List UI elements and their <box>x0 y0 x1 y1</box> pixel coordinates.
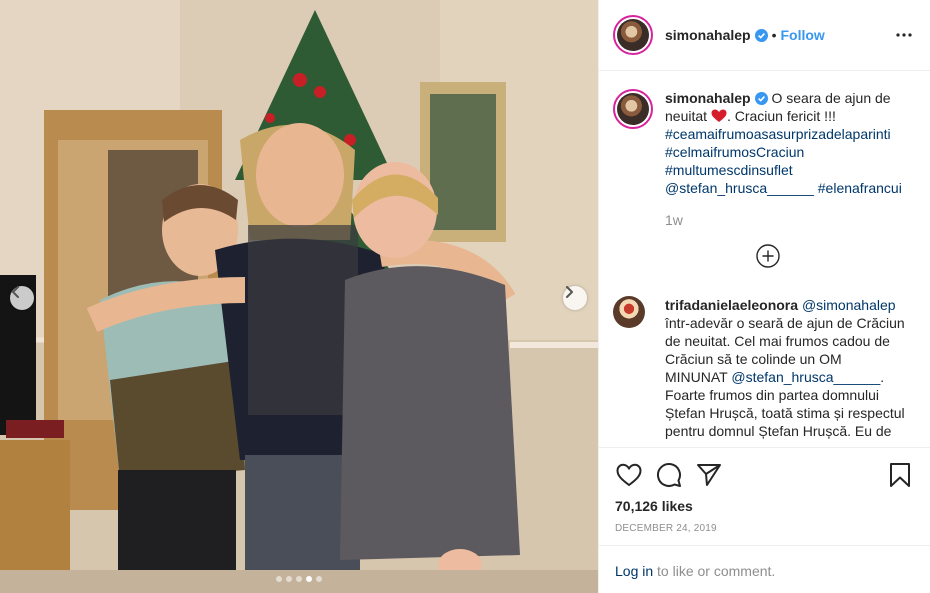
likes-count[interactable]: 70,126 likes <box>615 498 914 514</box>
comments-section[interactable]: simonahalep O seara de ajun de neuitat .… <box>599 71 930 447</box>
hashtag-link[interactable]: #multumescdinsuflet <box>665 162 793 178</box>
post-actions-area: 70,126 likes DECEMBER 24, 2019 <box>599 447 930 534</box>
avatar[interactable] <box>613 89 653 129</box>
mention-link[interactable]: @simonahalep <box>802 297 896 313</box>
hashtag-link[interactable]: #elenafrancui <box>818 180 902 196</box>
verified-badge-icon <box>754 92 768 105</box>
carousel-dot <box>276 576 282 582</box>
post-author-username[interactable]: simonahalep <box>665 27 751 43</box>
post-header: simonahalep • Follow <box>599 0 930 71</box>
bookmark-icon[interactable] <box>886 461 914 489</box>
carousel-dot <box>316 576 322 582</box>
comment-icon[interactable] <box>655 461 683 489</box>
post-caption: simonahalep O seara de ajun de neuitat .… <box>613 89 914 229</box>
heart-icon[interactable] <box>615 461 643 489</box>
caption-username[interactable]: simonahalep <box>665 90 751 106</box>
verified-badge-icon <box>754 28 768 42</box>
hashtag-link[interactable]: #ceamaifrumoasasurprizadelaparinti <box>665 126 891 142</box>
action-bar <box>615 448 914 498</box>
hashtag-link[interactable]: #celmaifrumosCraciun <box>665 144 804 160</box>
more-options-icon[interactable] <box>892 23 916 47</box>
chevron-right-icon <box>566 286 573 298</box>
next-photo-button[interactable] <box>563 286 587 310</box>
chevron-left-icon <box>12 286 19 298</box>
load-more-comments-icon[interactable] <box>755 244 780 268</box>
post-photo[interactable] <box>0 0 598 593</box>
login-prompt: Log in to like or comment. <box>599 545 930 593</box>
carousel-dot <box>286 576 292 582</box>
avatar[interactable] <box>613 296 645 328</box>
follow-button[interactable]: Follow <box>781 27 825 43</box>
carousel-dot-active <box>306 576 312 582</box>
mention-link[interactable]: @stefan_hrusca______ <box>665 180 814 196</box>
avatar[interactable] <box>613 15 653 55</box>
login-prompt-text: to like or comment. <box>653 563 776 579</box>
caption-time: 1w <box>665 212 683 228</box>
login-link[interactable]: Log in <box>615 563 653 579</box>
previous-photo-button[interactable] <box>10 286 34 310</box>
photo-illustration <box>0 0 598 593</box>
separator-bullet: • <box>771 27 777 43</box>
carousel-dot <box>296 576 302 582</box>
post-side-panel: simonahalep • Follow simonahalep O seara… <box>598 0 930 593</box>
post-date: DECEMBER 24, 2019 <box>615 523 717 534</box>
heart-emoji-icon <box>711 108 727 124</box>
mention-link[interactable]: @stefan_hrusca______ <box>731 369 880 385</box>
share-icon[interactable] <box>695 461 723 489</box>
carousel-indicator <box>0 576 598 582</box>
caption-text-end: . Craciun fericit !!! <box>726 108 836 124</box>
comment-item: trifadanielaeleonora @simonahalep într-a… <box>613 296 914 440</box>
comment-username[interactable]: trifadanielaeleonora <box>665 297 798 313</box>
